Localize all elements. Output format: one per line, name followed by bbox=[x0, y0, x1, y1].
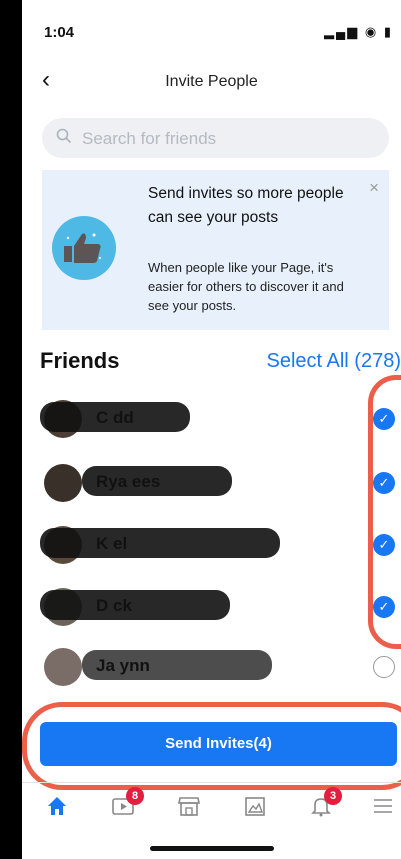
menu-icon bbox=[374, 799, 392, 813]
friend-name: Rya ees bbox=[96, 472, 161, 491]
redaction-scribble bbox=[40, 528, 280, 558]
pages-icon bbox=[245, 797, 265, 816]
annotation-bracket bbox=[368, 375, 401, 649]
status-bar: 1:04 ▂▄▆ ◉ ▮ bbox=[22, 18, 401, 48]
notification-badge: 3 bbox=[324, 787, 342, 805]
friend-row[interactable]: Ja ynn bbox=[22, 640, 401, 696]
friends-heading: Friends bbox=[40, 348, 120, 373]
checkbox-unchecked-icon[interactable] bbox=[373, 656, 395, 678]
search-icon bbox=[56, 128, 72, 149]
search-input[interactable] bbox=[80, 126, 364, 152]
banner-headline: Send invites so more people can see your… bbox=[148, 185, 344, 226]
home-icon bbox=[48, 797, 66, 815]
tab-video[interactable]: 8 bbox=[108, 787, 144, 825]
avatar bbox=[44, 464, 82, 502]
tab-marketplace[interactable] bbox=[174, 795, 204, 825]
friend-name: D ck bbox=[96, 596, 132, 615]
redaction-scribble bbox=[40, 590, 230, 620]
annotation-oval bbox=[22, 702, 401, 790]
friend-row[interactable]: C dd ✓ bbox=[22, 392, 401, 448]
status-icons: ▂▄▆ ◉ ▮ bbox=[324, 24, 393, 39]
friend-row[interactable]: D ck ✓ bbox=[22, 580, 401, 636]
nav-bar: ‹ Invite People bbox=[22, 64, 401, 100]
friend-name: Ja ynn bbox=[96, 656, 150, 675]
thumbs-up-icon bbox=[52, 216, 116, 280]
friend-row[interactable]: Rya ees ✓ bbox=[22, 456, 401, 512]
notification-badge: 8 bbox=[126, 787, 144, 805]
friend-name: K el bbox=[96, 534, 128, 553]
page-title: Invite People bbox=[165, 73, 258, 90]
tab-menu[interactable] bbox=[368, 795, 398, 825]
invite-banner: Send invites so more people can see your… bbox=[42, 170, 389, 330]
friend-row[interactable]: K el ✓ bbox=[22, 518, 401, 574]
marketplace-icon bbox=[178, 797, 200, 816]
phone-screen: 1:04 ▂▄▆ ◉ ▮ ‹ Invite People Send invite… bbox=[22, 0, 401, 859]
tab-notifications[interactable]: 3 bbox=[306, 787, 342, 825]
banner-body: When people like your Page, it's easier … bbox=[148, 260, 344, 313]
tab-bar: 8 3 bbox=[22, 782, 401, 831]
status-time: 1:04 bbox=[44, 24, 75, 41]
select-all-link[interactable]: Select All (278) bbox=[266, 350, 401, 373]
home-indicator bbox=[150, 846, 274, 851]
avatar bbox=[44, 648, 82, 686]
close-icon[interactable]: × bbox=[369, 178, 379, 198]
friend-name: C dd bbox=[96, 408, 134, 427]
tab-home[interactable] bbox=[42, 795, 72, 825]
tab-pages[interactable] bbox=[240, 795, 270, 825]
search-bar[interactable] bbox=[42, 118, 389, 158]
